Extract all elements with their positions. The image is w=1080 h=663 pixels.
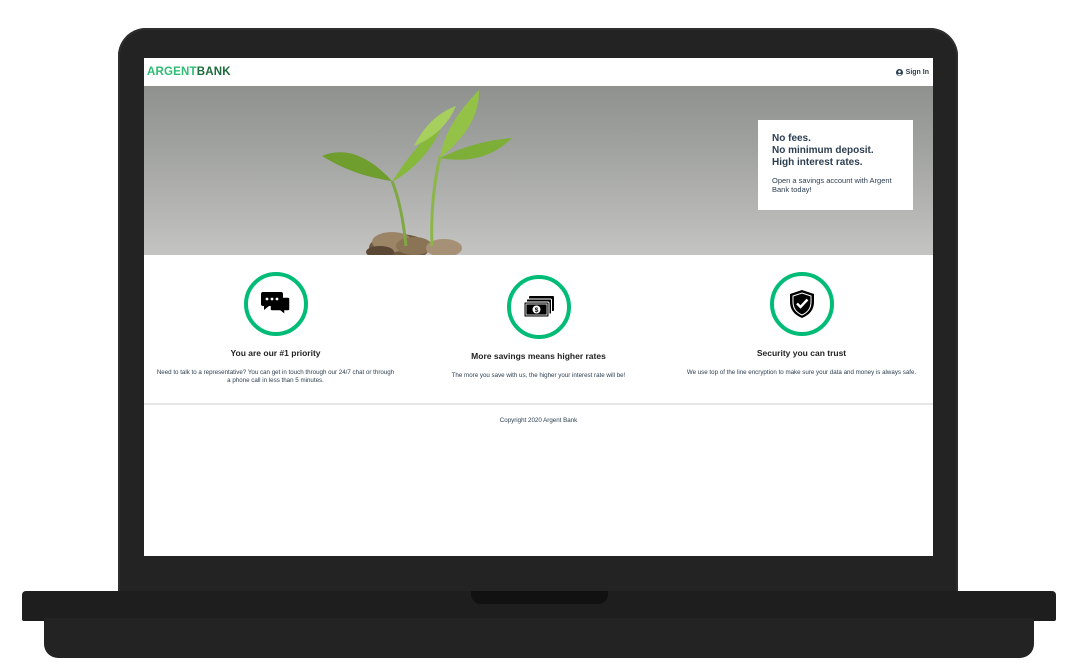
sign-in-link[interactable]: Sign In [895,68,929,76]
feature-title: More savings means higher rates [471,351,606,361]
footer: Copyright 2020 Argent Bank [144,417,933,424]
feature-icon-ring: $ [506,275,571,339]
sign-in-label: Sign In [905,68,929,76]
security-icon [789,290,814,318]
hero-banner: No fees. No minimum deposit. High intere… [144,86,933,255]
feature-item: $ More savings means higher rates The mo… [407,255,670,405]
footer-copyright: Copyright 2020 Argent Bank [499,417,578,424]
features-section: You are our #1 priority Need to talk to … [144,255,933,405]
feature-item: Security you can trust We use top of the… [670,255,933,405]
hero-content-card: No fees. No minimum deposit. High intere… [758,120,913,210]
feature-item: You are our #1 priority Need to talk to … [144,255,407,405]
feature-title: You are our #1 priority [230,348,321,358]
feature-icon-ring [243,272,308,336]
svg-text:$: $ [534,307,538,314]
feature-text: Need to talk to a representative? You ca… [156,369,395,384]
hero-text: Open a savings account with Argent Bank … [772,176,892,194]
footer-divider [144,403,933,405]
main-logo[interactable]: ARGENT BANK [147,66,231,78]
chat-icon [260,292,291,317]
logo-text-argent: ARGENT [147,66,197,78]
laptop-notch [471,591,608,604]
feature-text: The more you save with us, the higher yo… [451,372,626,379]
hero-subtitle: High interest rates. [772,157,863,168]
main-nav: ARGENT BANK Sign In [144,58,933,86]
logo-text-bank: BANK [196,66,231,78]
user-circle-icon [895,68,903,76]
laptop-screen: ARGENT BANK Sign In No fees. No minimum … [144,58,933,556]
laptop-base-bottom [44,618,1034,658]
hero-subtitle: No minimum deposit. [772,145,874,156]
money-icon: $ [523,296,554,318]
hero-subtitle: No fees. [772,133,811,144]
feature-icon-ring [769,272,834,336]
feature-text: We use top of the line encryption to mak… [686,369,917,376]
feature-title: Security you can trust [756,348,847,358]
